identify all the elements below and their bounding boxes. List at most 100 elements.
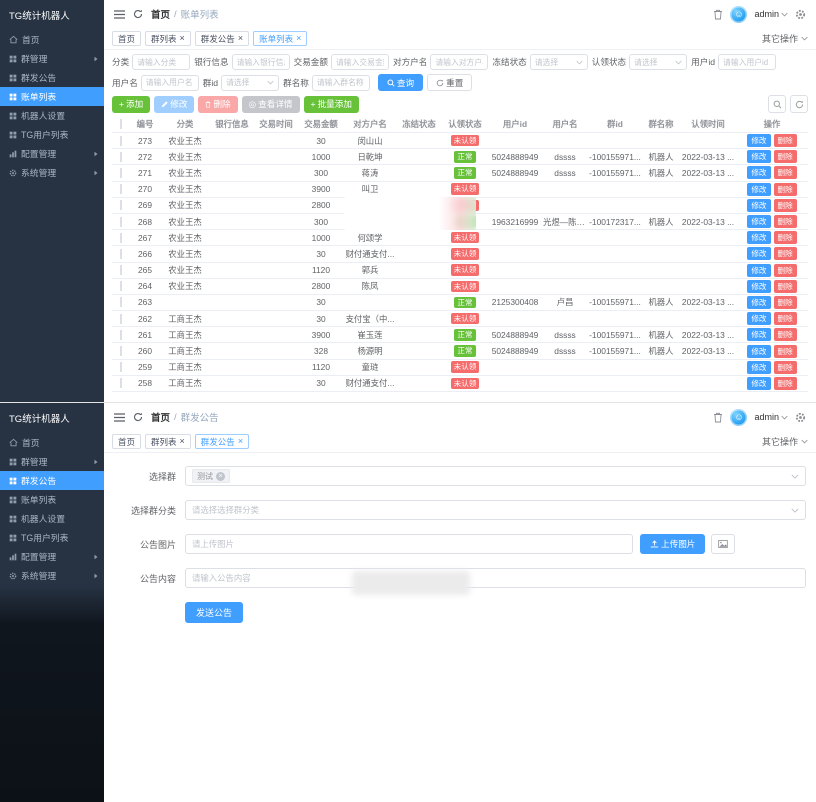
filter-input-对方户名[interactable]: 请输入对方户名 <box>430 54 488 70</box>
tab-群列表[interactable]: 群列表× <box>145 31 191 46</box>
trash-icon[interactable] <box>713 9 723 20</box>
row-delete-button[interactable]: 删除 <box>774 345 797 358</box>
row-delete-button[interactable]: 删除 <box>774 328 797 341</box>
search-icon[interactable] <box>768 95 786 113</box>
tag-close-icon[interactable]: × <box>216 472 225 481</box>
avatar[interactable]: ☺ <box>730 409 747 426</box>
row-edit-button[interactable]: 修改 <box>747 150 770 163</box>
row-checkbox[interactable] <box>120 233 122 243</box>
row-edit-button[interactable]: 修改 <box>747 328 770 341</box>
row-delete-button[interactable]: 删除 <box>774 150 797 163</box>
row-checkbox[interactable] <box>120 314 122 324</box>
tab-群发公告[interactable]: 群发公告× <box>195 31 249 46</box>
hamburger-icon[interactable] <box>114 10 125 19</box>
filter-input-交易金额[interactable]: 请输入交易金额 <box>331 54 389 70</box>
row-checkbox[interactable] <box>120 168 122 178</box>
tab-账单列表[interactable]: 账单列表× <box>253 31 307 46</box>
upload-image-button[interactable]: 上传图片 <box>640 534 705 554</box>
row-edit-button[interactable]: 修改 <box>747 199 770 212</box>
tab-close-icon[interactable]: × <box>296 34 301 43</box>
tab-群列表[interactable]: 群列表× <box>145 434 191 449</box>
filter-input-分类[interactable]: 请输入分类 <box>132 54 190 70</box>
sidebar-item-首页[interactable]: 首页 <box>0 433 104 452</box>
sidebar-item-TG用户列表[interactable]: TG用户列表 <box>0 528 104 547</box>
row-checkbox[interactable] <box>120 265 122 275</box>
row-edit-button[interactable]: 修改 <box>747 280 770 293</box>
row-checkbox[interactable] <box>120 330 122 340</box>
row-checkbox[interactable] <box>120 136 122 146</box>
delete-button[interactable]: 删除 <box>198 96 237 113</box>
row-delete-button[interactable]: 删除 <box>774 377 797 390</box>
row-edit-button[interactable]: 修改 <box>747 377 770 390</box>
row-checkbox[interactable] <box>120 152 122 162</box>
filter-select-冻结状态[interactable]: 请选择 <box>530 54 588 70</box>
row-edit-button[interactable]: 修改 <box>747 361 770 374</box>
row-delete-button[interactable]: 删除 <box>774 166 797 179</box>
row-delete-button[interactable]: 删除 <box>774 312 797 325</box>
hamburger-icon[interactable] <box>114 413 125 422</box>
gear-icon[interactable] <box>795 9 806 20</box>
row-edit-button[interactable]: 修改 <box>747 215 770 228</box>
filter-input-用户名[interactable]: 请输入用户名 <box>141 75 199 91</box>
tab-close-icon[interactable]: × <box>238 34 243 43</box>
row-delete-button[interactable]: 删除 <box>774 247 797 260</box>
reset-button[interactable]: 重置 <box>427 74 472 91</box>
row-edit-button[interactable]: 修改 <box>747 231 770 244</box>
view-detail-button[interactable]: ◎查看详情 <box>242 96 300 113</box>
sidebar-item-账单列表[interactable]: 账单列表 <box>0 87 104 106</box>
query-button[interactable]: 查询 <box>378 74 423 91</box>
breadcrumb-home[interactable]: 首页 <box>151 7 170 21</box>
other-operations-dropdown[interactable]: 其它操作 <box>762 435 808 448</box>
breadcrumb-home[interactable]: 首页 <box>151 410 170 424</box>
admin-dropdown[interactable]: admin <box>754 412 788 422</box>
row-checkbox[interactable] <box>120 362 122 372</box>
row-edit-button[interactable]: 修改 <box>747 166 770 179</box>
tab-群发公告[interactable]: 群发公告× <box>195 434 249 449</box>
category-select[interactable]: 请选择选择群分类 <box>185 500 806 520</box>
row-edit-button[interactable]: 修改 <box>747 345 770 358</box>
row-checkbox[interactable] <box>120 249 122 259</box>
row-checkbox[interactable] <box>120 346 122 356</box>
row-checkbox[interactable] <box>120 184 122 194</box>
row-checkbox[interactable] <box>120 217 122 227</box>
filter-input-用户id[interactable]: 请输入用户id <box>718 54 776 70</box>
tab-close-icon[interactable]: × <box>180 34 185 43</box>
other-operations-dropdown[interactable]: 其它操作 <box>762 32 808 45</box>
row-delete-button[interactable]: 删除 <box>774 134 797 147</box>
row-checkbox[interactable] <box>120 297 122 307</box>
row-checkbox[interactable] <box>120 378 122 388</box>
row-checkbox[interactable] <box>120 200 122 210</box>
filter-input-群名称[interactable]: 请输入群名称 <box>312 75 370 91</box>
sidebar-item-账单列表[interactable]: 账单列表 <box>0 490 104 509</box>
filter-input-银行信息[interactable]: 请输入银行信息 <box>232 54 290 70</box>
row-edit-button[interactable]: 修改 <box>747 247 770 260</box>
edit-button[interactable]: 修改 <box>154 96 194 113</box>
image-preview-button[interactable] <box>711 534 735 554</box>
row-delete-button[interactable]: 删除 <box>774 296 797 309</box>
sidebar-item-首页[interactable]: 首页 <box>0 30 104 49</box>
sidebar-item-TG用户列表[interactable]: TG用户列表 <box>0 125 104 144</box>
row-edit-button[interactable]: 修改 <box>747 296 770 309</box>
sidebar-item-群管理[interactable]: 群管理 <box>0 49 104 68</box>
select-all-checkbox[interactable] <box>120 119 122 129</box>
row-delete-button[interactable]: 删除 <box>774 264 797 277</box>
image-input[interactable]: 请上传图片 <box>185 534 633 554</box>
sidebar-item-系统管理[interactable]: 系统管理 <box>0 566 104 585</box>
row-edit-button[interactable]: 修改 <box>747 312 770 325</box>
refresh-icon[interactable] <box>790 95 808 113</box>
row-checkbox[interactable] <box>120 281 122 291</box>
row-delete-button[interactable]: 删除 <box>774 199 797 212</box>
content-input[interactable]: 请输入公告内容 <box>185 568 806 588</box>
sidebar-item-机器人设置[interactable]: 机器人设置 <box>0 509 104 528</box>
row-delete-button[interactable]: 删除 <box>774 215 797 228</box>
batch-add-button[interactable]: +批量添加 <box>304 96 359 113</box>
sidebar-item-系统管理[interactable]: 系统管理 <box>0 163 104 182</box>
admin-dropdown[interactable]: admin <box>754 9 788 19</box>
tab-close-icon[interactable]: × <box>238 437 243 446</box>
row-delete-button[interactable]: 删除 <box>774 280 797 293</box>
sidebar-item-群发公告[interactable]: 群发公告 <box>0 471 104 490</box>
tab-首页[interactable]: 首页 <box>112 31 141 46</box>
filter-select-认领状态[interactable]: 请选择 <box>629 54 687 70</box>
send-announcement-button[interactable]: 发送公告 <box>185 602 243 623</box>
row-delete-button[interactable]: 删除 <box>774 231 797 244</box>
